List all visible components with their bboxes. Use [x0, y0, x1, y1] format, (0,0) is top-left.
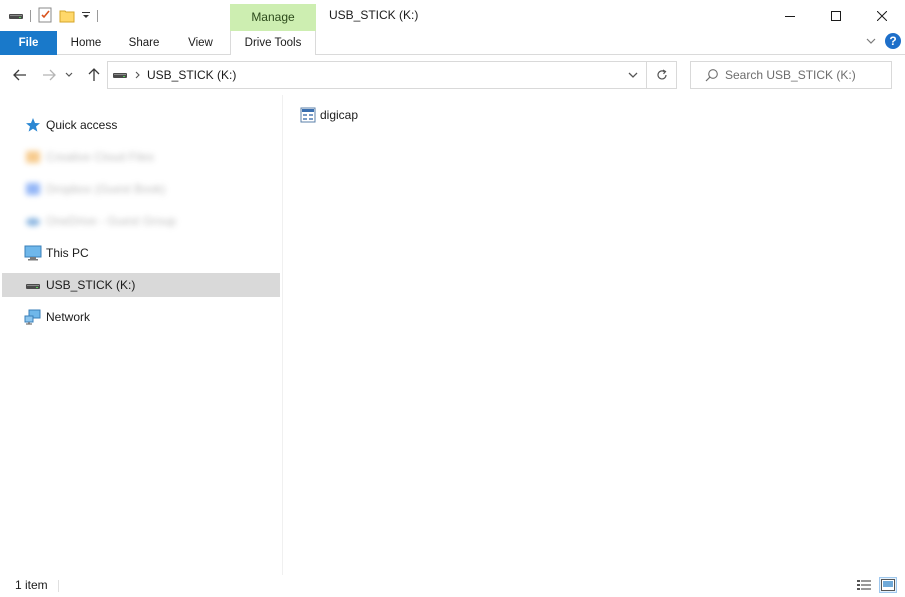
file-name: digicap	[320, 108, 359, 122]
up-button[interactable]	[84, 65, 104, 85]
tab-share[interactable]: Share	[115, 31, 173, 55]
maximize-button[interactable]	[813, 0, 859, 31]
drive-icon	[24, 277, 42, 293]
toolbar-separator	[30, 10, 31, 22]
navigation-bar: USB_STICK (K:)	[0, 55, 905, 95]
chevron-down-icon	[628, 72, 638, 78]
chevron-down-icon	[65, 72, 73, 77]
recent-locations-button[interactable]	[63, 65, 75, 85]
search-input[interactable]	[725, 68, 891, 82]
expand-ribbon-icon[interactable]	[866, 34, 876, 48]
sidebar-item-dropbox[interactable]: Dropbox (Guest Book)	[2, 177, 280, 201]
sidebar-item-creative-cloud[interactable]: Creative Cloud Files	[2, 145, 280, 169]
forward-button[interactable]	[39, 65, 59, 85]
window-controls	[767, 0, 905, 31]
sidebar-item-onedrive[interactable]: OneDrive - Guest Group	[2, 209, 280, 233]
refresh-icon	[656, 69, 667, 80]
sidebar-item-label: USB_STICK (K:)	[46, 278, 136, 292]
star-icon	[24, 117, 42, 133]
dropbox-icon	[24, 181, 42, 197]
forward-arrow-icon	[43, 69, 56, 81]
sidebar-item-label: Dropbox (Guest Book)	[46, 182, 166, 196]
toolbar-separator	[97, 10, 98, 22]
computer-icon	[24, 245, 42, 261]
close-button[interactable]	[859, 0, 905, 31]
new-folder-icon[interactable]	[59, 7, 75, 26]
tab-manage[interactable]: Manage	[230, 4, 316, 31]
properties-icon[interactable]	[37, 7, 53, 26]
ribbon-tabs: File Home Share View Drive Tools ?	[0, 31, 905, 55]
item-count: 1 item	[15, 578, 48, 592]
customize-toolbar-icon[interactable]	[81, 9, 91, 23]
back-arrow-icon	[13, 69, 26, 81]
address-bar[interactable]: USB_STICK (K:)	[107, 61, 647, 89]
minimize-icon	[785, 15, 795, 17]
navigation-pane: Quick access Creative Cloud Files Dropbo…	[0, 95, 283, 575]
search-icon	[705, 68, 719, 82]
data-file-icon	[300, 107, 316, 123]
back-button[interactable]	[10, 65, 30, 85]
sidebar-item-label: Creative Cloud Files	[46, 150, 155, 164]
sidebar-item-label: OneDrive - Guest Group	[46, 214, 177, 228]
breadcrumb-usb-stick[interactable]: USB_STICK (K:)	[147, 68, 236, 82]
details-view-icon	[857, 580, 871, 590]
network-icon	[24, 309, 42, 325]
ribbon-controls: ?	[866, 33, 901, 49]
tab-file[interactable]: File	[0, 31, 57, 55]
sidebar-item-usb-stick[interactable]: USB_STICK (K:)	[2, 273, 280, 297]
sidebar-item-label: Network	[46, 310, 91, 324]
maximize-icon	[831, 10, 841, 21]
file-list: digicap	[284, 95, 905, 575]
breadcrumb-separator-icon[interactable]	[135, 71, 141, 79]
quick-access-toolbar	[8, 6, 98, 26]
sidebar-item-label: This PC	[46, 246, 89, 260]
sidebar-item-network[interactable]: Network	[2, 305, 280, 329]
refresh-button[interactable]	[647, 61, 677, 89]
window-title: USB_STICK (K:)	[329, 8, 419, 22]
up-arrow-icon	[88, 68, 100, 81]
tab-view[interactable]: View	[173, 31, 228, 55]
help-icon[interactable]: ?	[885, 33, 901, 49]
large-icons-view-button[interactable]	[879, 577, 897, 593]
close-icon	[877, 10, 887, 21]
tab-home[interactable]: Home	[57, 31, 115, 55]
title-bar: Manage USB_STICK (K:)	[0, 0, 905, 31]
onedrive-icon	[24, 213, 42, 229]
drive-icon	[113, 70, 127, 80]
address-dropdown-button[interactable]	[628, 68, 638, 82]
creative-cloud-icon	[24, 149, 42, 165]
list-item[interactable]: digicap	[300, 105, 358, 125]
search-box[interactable]	[690, 61, 892, 89]
status-separator	[58, 580, 59, 592]
view-switcher	[855, 577, 897, 593]
status-bar: 1 item	[0, 575, 905, 597]
large-icons-view-icon	[881, 579, 895, 591]
details-view-button[interactable]	[855, 577, 873, 593]
drive-icon[interactable]	[8, 7, 24, 26]
tab-drive-tools[interactable]: Drive Tools	[230, 31, 316, 55]
sidebar-item-quick-access[interactable]: Quick access	[2, 113, 280, 137]
sidebar-item-this-pc[interactable]: This PC	[2, 241, 280, 265]
minimize-button[interactable]	[767, 0, 813, 31]
sidebar-item-label: Quick access	[46, 118, 118, 132]
